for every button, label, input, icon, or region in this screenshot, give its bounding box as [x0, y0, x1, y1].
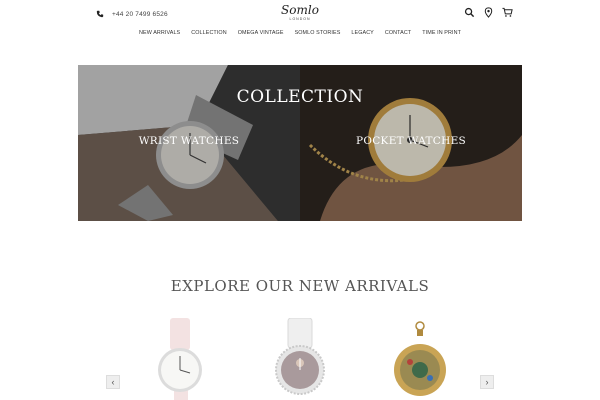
nav-item-legacy[interactable]: LEGACY — [351, 30, 373, 36]
carousel-prev-button[interactable]: ‹ — [106, 375, 120, 389]
nav-item-omega-vintage[interactable]: OMEGA VINTAGE — [238, 30, 284, 36]
phone-number[interactable]: +44 20 7499 6526 — [112, 11, 168, 18]
logo[interactable]: Somlo LONDON — [275, 4, 325, 21]
hero-title: COLLECTION — [236, 87, 364, 107]
logo-name: Somlo — [281, 3, 319, 17]
chevron-right-icon: › — [485, 377, 489, 387]
watch-image — [158, 318, 202, 400]
main-nav: NEW ARRIVALS COLLECTION OMEGA VINTAGE SO… — [0, 30, 600, 36]
pocket-watches-link[interactable]: POCKET WATCHES — [300, 135, 522, 147]
nav-item-somlo-stories[interactable]: SOMLO STORIES — [295, 30, 341, 36]
chevron-left-icon: ‹ — [111, 377, 115, 387]
phone-icon — [96, 10, 104, 18]
new-arrivals-heading: EXPLORE OUR NEW ARRIVALS — [170, 277, 430, 295]
phone-contact[interactable]: +44 20 7499 6526 — [96, 8, 168, 20]
nav-item-time-in-print[interactable]: TIME IN PRINT — [422, 30, 461, 36]
wrist-watches-link[interactable]: WRIST WATCHES — [78, 135, 300, 147]
watch-image — [394, 321, 446, 396]
cart-icon[interactable] — [502, 7, 513, 18]
product-card-diamond-bezel-watch[interactable] — [260, 318, 340, 400]
location-pin-icon[interactable] — [483, 7, 494, 18]
product-card-pocket-watch[interactable] — [380, 318, 460, 400]
nav-item-contact[interactable]: CONTACT — [385, 30, 411, 36]
product-card-pink-strap-watch[interactable] — [140, 318, 220, 400]
nav-item-collection[interactable]: COLLECTION — [191, 30, 226, 36]
logo-subtitle: LONDON — [289, 17, 311, 21]
collection-hero: COLLECTION WRIST WATCHES POCKET WATCHES — [78, 65, 522, 221]
nav-item-new-arrivals[interactable]: NEW ARRIVALS — [139, 30, 180, 36]
header-icons — [464, 7, 513, 18]
watch-image — [275, 318, 325, 395]
carousel-next-button[interactable]: › — [480, 375, 494, 389]
search-icon[interactable] — [464, 7, 475, 18]
